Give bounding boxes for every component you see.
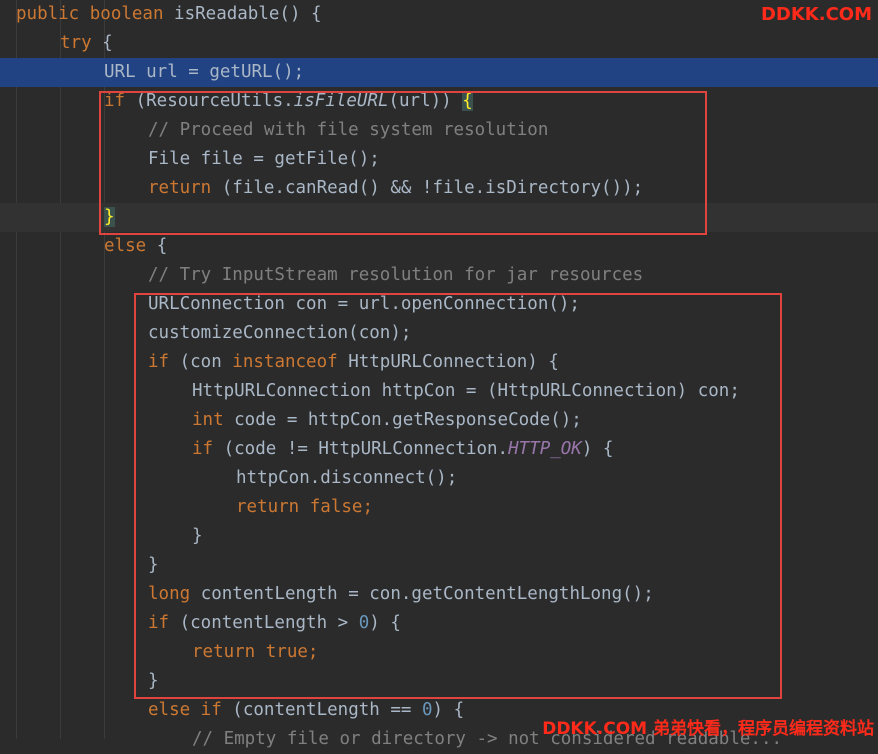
keyword-token: long	[148, 584, 191, 604]
keyword-token: if	[148, 352, 170, 372]
code-line-4[interactable]: if (ResourceUtils.isFileURL(url)) {	[0, 87, 878, 116]
watermark-bottom: DDKK.COM 弟弟快看，程序员编程资料站	[542, 719, 874, 739]
code-text: {	[91, 33, 113, 53]
code-text: ;	[307, 642, 319, 662]
code-line-16[interactable]: if (code != HttpURLConnection.HTTP_OK) {	[0, 435, 878, 464]
code-text: ) {	[581, 439, 614, 459]
code-text: contentLength = con.getContentLengthLong…	[190, 584, 654, 604]
code-text: (code != HttpURLConnection.	[213, 439, 509, 459]
code-line-19[interactable]: }	[0, 522, 878, 551]
keyword-token: int	[192, 410, 224, 430]
code-text: HttpURLConnection httpCon = (HttpURLConn…	[192, 381, 740, 401]
constant-token: HTTP_OK	[508, 439, 582, 459]
code-text: isReadable() {	[174, 4, 322, 24]
code-line-14[interactable]: HttpURLConnection httpCon = (HttpURLConn…	[0, 377, 878, 406]
code-line-24[interactable]: }	[0, 667, 878, 696]
code-text: ) {	[369, 613, 401, 633]
code-editor[interactable]: public boolean isReadable() { try { URL …	[0, 0, 878, 749]
number-token: 0	[358, 613, 370, 633]
code-text: (ResourceUtils.	[125, 91, 294, 111]
code-line-5[interactable]: // Proceed with file system resolution	[0, 116, 878, 145]
code-text: HttpURLConnection) {	[337, 352, 559, 372]
code-text: (con	[169, 352, 233, 372]
code-line-20[interactable]: }	[0, 551, 878, 580]
code-line-23[interactable]: return true;	[0, 638, 878, 667]
code-text: URL url = getURL();	[104, 62, 305, 82]
code-line-3-selected[interactable]: URL url = getURL();	[0, 58, 878, 87]
keyword-token: if	[192, 439, 214, 459]
keyword-token: if	[148, 613, 170, 633]
code-line-10[interactable]: // Try InputStream resolution for jar re…	[0, 261, 878, 290]
code-text: (contentLength >	[169, 613, 359, 633]
code-line-2[interactable]: try {	[0, 29, 878, 58]
code-text: }	[148, 671, 159, 691]
watermark-top: DDKK.COM	[760, 4, 872, 25]
keyword-token: public boolean	[16, 4, 175, 24]
code-line-1[interactable]: public boolean isReadable() {	[0, 0, 878, 29]
code-line-18[interactable]: return false;	[0, 493, 878, 522]
code-text: code = httpCon.getResponseCode();	[223, 410, 582, 430]
code-line-15[interactable]: int code = httpCon.getResponseCode();	[0, 406, 878, 435]
code-text: {	[146, 236, 168, 256]
code-text: File file = getFile();	[148, 149, 380, 169]
code-text: URLConnection con = url.openConnection()…	[148, 294, 580, 314]
code-line-21[interactable]: long contentLength = con.getContentLengt…	[0, 580, 878, 609]
code-line-9[interactable]: else {	[0, 232, 878, 261]
comment-token: // Try InputStream resolution for jar re…	[148, 265, 644, 285]
matched-brace: }	[104, 207, 115, 227]
code-text: (url))	[388, 91, 463, 111]
keyword-token: instanceof	[232, 352, 338, 372]
keyword-token: try	[60, 33, 92, 53]
number-token: 0	[421, 700, 433, 720]
code-line-13[interactable]: if (con instanceof HttpURLConnection) {	[0, 348, 878, 377]
code-line-12[interactable]: customizeConnection(con);	[0, 319, 878, 348]
keyword-token: return false	[236, 497, 363, 517]
code-text: ;	[362, 497, 373, 517]
code-text: }	[192, 526, 203, 546]
keyword-token: if	[104, 91, 126, 111]
code-text: (contentLength ==	[221, 700, 422, 720]
keyword-token: else	[104, 236, 147, 256]
code-line-22[interactable]: if (contentLength > 0) {	[0, 609, 878, 638]
code-text: }	[148, 555, 159, 575]
static-method-token: isFileURL	[293, 91, 389, 111]
code-text: customizeConnection(con);	[148, 323, 412, 343]
keyword-token: else if	[148, 700, 222, 720]
comment-token: // Proceed with file system resolution	[148, 120, 549, 140]
code-text: httpCon.disconnect();	[236, 468, 458, 488]
keyword-token: return	[148, 178, 212, 198]
code-line-6[interactable]: File file = getFile();	[0, 145, 878, 174]
code-text: ) {	[432, 700, 465, 720]
matched-brace: {	[462, 91, 473, 111]
code-line-17[interactable]: httpCon.disconnect();	[0, 464, 878, 493]
code-line-11[interactable]: URLConnection con = url.openConnection()…	[0, 290, 878, 319]
code-line-7[interactable]: return (file.canRead() && !file.isDirect…	[0, 174, 878, 203]
code-line-8-caret[interactable]: }	[0, 203, 878, 232]
code-text: (file.canRead() && !file.isDirectory());	[211, 178, 644, 198]
keyword-token: return true	[192, 642, 308, 662]
